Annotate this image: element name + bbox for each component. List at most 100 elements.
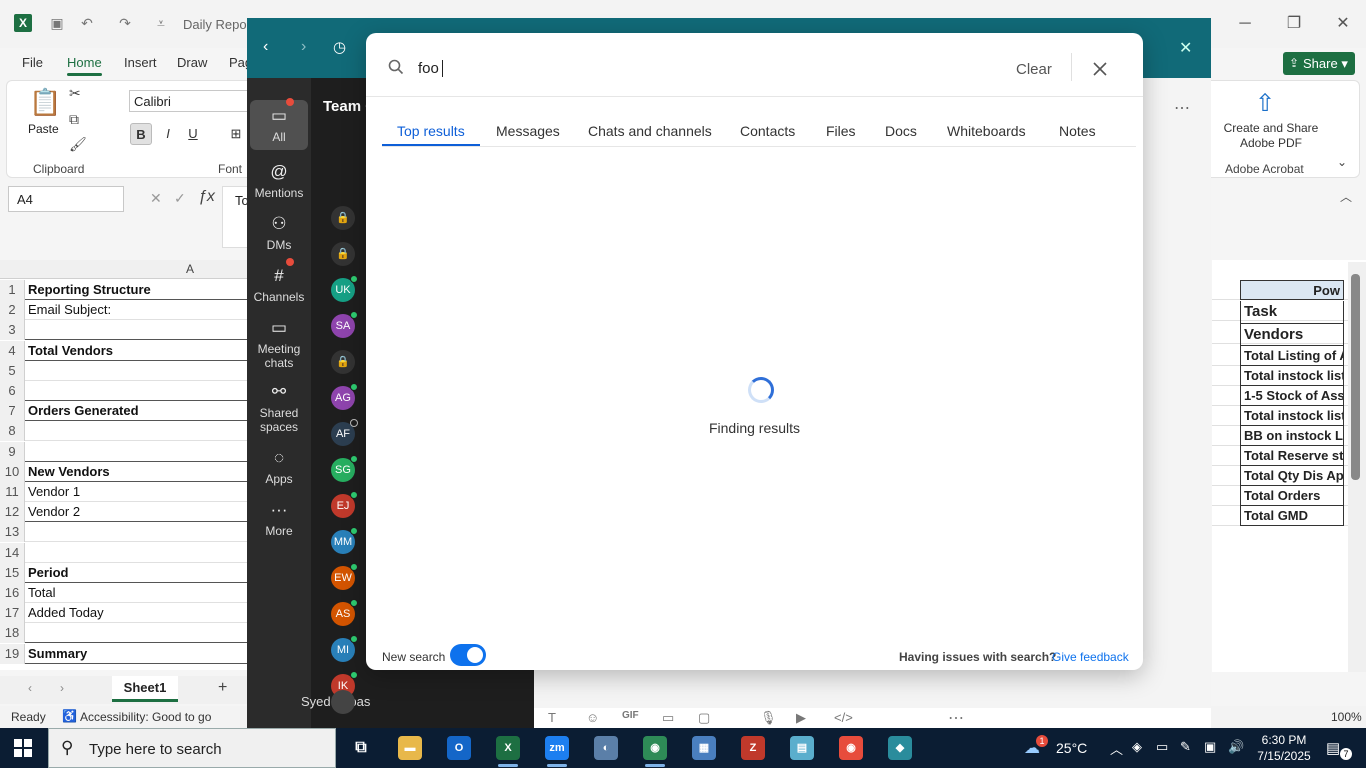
row-number[interactable]: 5 xyxy=(0,360,25,381)
format-text-icon[interactable]: T xyxy=(548,710,556,725)
avatar[interactable]: SA xyxy=(331,311,358,338)
zoom-close-icon[interactable]: ✕ xyxy=(1179,38,1192,58)
table-row[interactable]: Pow xyxy=(1212,280,1366,300)
cell[interactable]: Orders Generated xyxy=(28,403,139,418)
nav-item-apps[interactable]: ◌ Apps xyxy=(250,442,308,486)
outlook-icon[interactable]: O xyxy=(447,736,471,760)
bold-button[interactable]: B xyxy=(130,123,152,145)
cell[interactable]: Added Today xyxy=(28,605,104,620)
nav-item-channels[interactable]: # Channels xyxy=(250,258,308,304)
nav-item-shared-spaces[interactable]: ⚯ Shared spaces xyxy=(250,376,308,434)
row-number[interactable]: 10 xyxy=(0,461,25,482)
volume-icon[interactable]: 🔊 xyxy=(1228,739,1244,755)
app-icon[interactable]: ◆ xyxy=(888,736,912,760)
cell[interactable]: Vendor 1 xyxy=(28,484,80,499)
spreadsheet-grid-right[interactable]: Pow Task Vendors Total Listing of A Total in… xyxy=(1212,260,1366,672)
zoom-level[interactable]: 100% xyxy=(1331,710,1362,724)
cell[interactable]: 1-5 Stock of Assig xyxy=(1240,386,1344,406)
lock-icon[interactable]: 🔒 xyxy=(331,350,355,374)
task-view-icon[interactable]: ⧉ xyxy=(349,736,373,760)
table-row[interactable]: 16 Total xyxy=(0,583,248,603)
cell[interactable]: Total GMD xyxy=(1240,506,1344,526)
share-button[interactable]: ⇪ Share ▾ xyxy=(1283,52,1355,75)
row-number[interactable]: 2 xyxy=(0,300,25,321)
cell[interactable]: Total Orders xyxy=(1240,486,1344,506)
row-number[interactable]: 14 xyxy=(0,542,25,563)
notepad-icon[interactable]: ▤ xyxy=(790,736,814,760)
file-icon[interactable]: ▭ xyxy=(662,710,674,726)
table-row[interactable]: BB on instock Lis xyxy=(1212,426,1366,446)
font-name-box[interactable]: Calibri xyxy=(129,90,249,112)
table-row[interactable]: 6 xyxy=(0,381,248,401)
row-number[interactable]: 3 xyxy=(0,320,25,341)
cell[interactable]: Summary xyxy=(28,646,87,661)
avatar[interactable]: AF xyxy=(331,419,358,446)
cell[interactable]: BB on instock Lis xyxy=(1240,426,1344,446)
enter-icon[interactable]: ✓ xyxy=(174,190,186,207)
cell[interactable]: Task xyxy=(1240,301,1344,324)
back-icon[interactable]: ‹ xyxy=(263,38,268,56)
table-row[interactable]: 12 Vendor 2 xyxy=(0,502,248,523)
row-number[interactable]: 6 xyxy=(0,381,25,401)
table-row[interactable]: 17 Added Today xyxy=(0,603,248,624)
borders-icon[interactable]: ⊞ xyxy=(225,123,247,145)
sheet-tab[interactable]: Sheet1 xyxy=(112,676,178,702)
row-number[interactable]: 7 xyxy=(0,401,25,422)
row-number[interactable]: 18 xyxy=(0,623,25,644)
tab-top-results[interactable]: Top results xyxy=(397,123,465,139)
new-search-toggle[interactable] xyxy=(450,644,486,666)
table-row[interactable]: 1-5 Stock of Assig xyxy=(1212,386,1366,406)
tab-notes[interactable]: Notes xyxy=(1059,123,1096,139)
table-row[interactable]: Vendors xyxy=(1212,324,1366,346)
copy-icon[interactable]: ⧉ xyxy=(69,111,79,128)
table-row[interactable]: Total Qty Dis App xyxy=(1212,466,1366,486)
cell[interactable]: Reporting Structure xyxy=(28,282,151,297)
cut-icon[interactable]: ✂ xyxy=(69,85,81,102)
tab-files[interactable]: Files xyxy=(826,123,856,139)
accessibility-icon[interactable]: ♿ xyxy=(62,709,77,723)
more-options-icon[interactable]: ⋯ xyxy=(1174,98,1190,118)
row-number[interactable]: 4 xyxy=(0,340,25,361)
tab-insert[interactable]: Insert xyxy=(124,55,157,70)
search-input[interactable] xyxy=(418,57,978,79)
nav-item-more[interactable]: ··· More xyxy=(250,494,308,538)
excel-icon[interactable]: X xyxy=(496,736,520,767)
screenshot-icon[interactable]: ▢ xyxy=(698,710,710,726)
create-share-pdf-button[interactable]: Create and Share Adobe PDF xyxy=(1219,121,1323,151)
microphone-icon[interactable]: 🎙 xyxy=(760,710,777,726)
emoji-icon[interactable]: ☺ xyxy=(586,710,599,725)
row-number[interactable]: 19 xyxy=(0,643,25,664)
table-row[interactable]: Total instock listi xyxy=(1212,406,1366,426)
table-row[interactable]: 13 xyxy=(0,522,248,543)
show-hidden-icons-icon[interactable]: ︿ xyxy=(1110,739,1123,758)
avatar[interactable]: SG xyxy=(331,455,358,482)
avatar[interactable]: MM xyxy=(331,527,358,554)
italic-button[interactable]: I xyxy=(157,123,179,145)
tab-chats-and-channels[interactable]: Chats and channels xyxy=(588,123,712,139)
row-number[interactable]: 8 xyxy=(0,421,25,442)
table-row[interactable]: 9 xyxy=(0,441,248,462)
table-row[interactable]: Total Listing of A xyxy=(1212,346,1366,366)
row-number[interactable]: 9 xyxy=(0,441,25,462)
table-row[interactable]: Total Reserve sto xyxy=(1212,446,1366,466)
nav-item-dms[interactable]: ⚇ DMs xyxy=(250,208,308,252)
tab-messages[interactable]: Messages xyxy=(496,123,560,139)
nav-item-mentions[interactable]: @ Mentions xyxy=(250,156,308,200)
give-feedback-link[interactable]: Give feedback xyxy=(1052,650,1129,664)
scrollbar-thumb[interactable] xyxy=(1351,274,1360,480)
table-row[interactable]: 19 Summary xyxy=(0,643,248,664)
undo-icon[interactable]: ↶ xyxy=(78,14,96,32)
row-number[interactable]: 1 xyxy=(0,280,25,300)
calculator-icon[interactable]: ▦ xyxy=(692,736,716,760)
format-painter-icon[interactable]: 🖌 xyxy=(69,136,87,153)
table-row[interactable]: Total instock listi xyxy=(1212,366,1366,386)
avatar[interactable]: UK xyxy=(331,275,358,302)
clock[interactable]: 6:30 PM 7/15/2025 xyxy=(1256,732,1312,764)
cell[interactable]: New Vendors xyxy=(28,464,110,479)
table-row[interactable]: 10 New Vendors xyxy=(0,461,248,482)
add-sheet-icon[interactable]: + xyxy=(218,679,227,697)
clear-button[interactable]: Clear xyxy=(1016,61,1052,78)
avatar[interactable] xyxy=(331,690,355,714)
underline-button[interactable]: U xyxy=(182,123,204,145)
cell[interactable]: Pow xyxy=(1240,280,1344,300)
